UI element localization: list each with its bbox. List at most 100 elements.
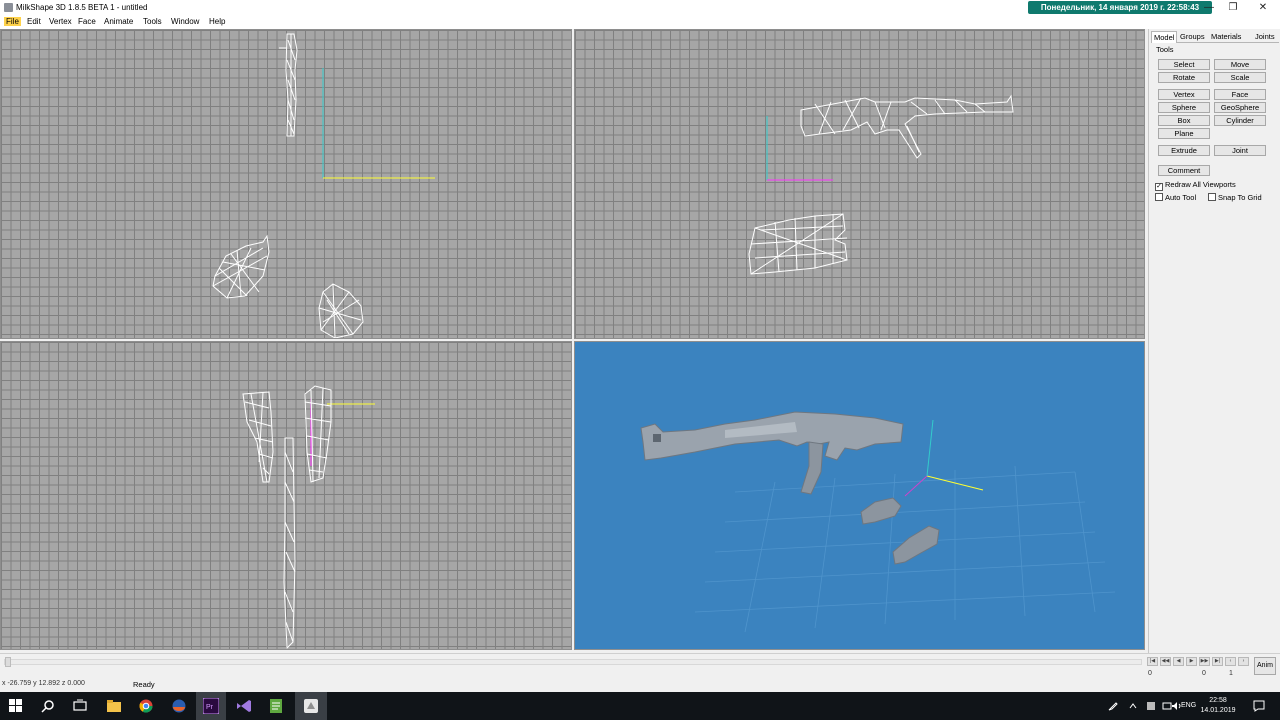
plane-button[interactable]: Plane — [1158, 128, 1210, 139]
snap-to-grid-checkbox[interactable]: Snap To Grid — [1208, 193, 1262, 203]
joint-button[interactable]: Joint — [1214, 145, 1266, 156]
app-icon — [4, 3, 13, 12]
hand-model-3d-2 — [892, 525, 940, 565]
weapon-wireframe-front — [279, 33, 298, 137]
viewport-3d-scene — [640, 411, 1116, 633]
arm-wireframe-top-left — [242, 391, 274, 483]
extrude-button[interactable]: Extrude — [1158, 145, 1210, 156]
hands-wireframe-side — [748, 213, 848, 275]
viewport-side[interactable] — [574, 29, 1145, 339]
weapon-model-3d — [640, 411, 904, 495]
comment-button[interactable]: Comment — [1158, 165, 1210, 176]
tray-chevron-icon[interactable] — [1128, 701, 1138, 713]
box-button[interactable]: Box — [1158, 115, 1210, 126]
last-frame-button[interactable]: ▶| — [1212, 657, 1223, 666]
auto-tool-box — [1155, 193, 1163, 201]
file-explorer-icon[interactable] — [106, 698, 122, 714]
milkshape-window: MilkShape 3D 1.8.5 BETA 1 - untitled Пон… — [0, 0, 1280, 720]
timeline-current-frame: 0 — [1202, 670, 1206, 677]
clock-badge: Понедельник, 14 января 2019 г. 22:58:43 — [1028, 1, 1212, 14]
status-text: Ready — [133, 680, 155, 689]
prev-key-button[interactable]: ‹ — [1225, 657, 1236, 666]
fast-forward-button[interactable]: ▶▶ — [1199, 657, 1210, 666]
svg-text:Pr: Pr — [206, 704, 214, 711]
play-button[interactable]: ▶ — [1186, 657, 1197, 666]
status-bar: x -26.759 y 12.892 z 0.000 Ready — [0, 677, 1280, 692]
task-view-icon[interactable] — [72, 698, 88, 714]
viewport-top-scene — [242, 385, 375, 649]
animation-timeline: 0 0 1 |◀ ◀◀ ◀ ▶ ▶▶ ▶| ‹ › Anim — [0, 653, 1280, 677]
menu-bar: File Edit Vertex Face Animate Tools Wind… — [0, 15, 1280, 43]
viewport-front[interactable] — [0, 29, 572, 339]
pen-icon[interactable] — [1108, 701, 1118, 713]
menu-face[interactable]: Face — [78, 17, 96, 26]
taskbar-time: 22:58 — [1209, 697, 1227, 704]
menu-tools[interactable]: Tools — [143, 17, 162, 26]
geosphere-button[interactable]: GeoSphere — [1214, 102, 1266, 113]
restore-button[interactable]: ❐ — [1220, 0, 1246, 15]
hand-model-3d-1 — [860, 497, 902, 525]
tab-model[interactable]: Model — [1151, 31, 1178, 43]
chrome-icon[interactable] — [138, 698, 154, 714]
tab-joints[interactable]: Joints — [1255, 31, 1275, 43]
tray-app-icon[interactable] — [1146, 701, 1156, 713]
notepad-icon[interactable] — [268, 698, 284, 714]
close-button[interactable]: ✕ — [1250, 0, 1276, 15]
menu-window[interactable]: Window — [171, 17, 199, 26]
auto-tool-checkbox[interactable]: Auto Tool — [1155, 193, 1196, 203]
premiere-icon[interactable]: Pr — [202, 697, 220, 715]
language-indicator[interactable]: ENG — [1181, 702, 1196, 709]
hand-wireframe-right — [318, 283, 364, 338]
face-button[interactable]: Face — [1214, 89, 1266, 100]
redraw-all-viewports-checkbox[interactable]: ✓ Redraw All Viewports — [1155, 180, 1236, 191]
timeline-slider-thumb[interactable] — [5, 657, 11, 667]
menu-animate[interactable]: Animate — [104, 17, 133, 26]
windows-start-icon[interactable] — [8, 698, 24, 714]
auto-tool-label: Auto Tool — [1165, 193, 1197, 202]
timeline-track[interactable] — [4, 659, 1142, 665]
viewport-top[interactable] — [0, 341, 572, 650]
panel-tabs: Model Groups Materials Joints — [1151, 31, 1279, 43]
browser-icon[interactable] — [171, 698, 187, 714]
sphere-button[interactable]: Sphere — [1158, 102, 1210, 113]
milkshape-icon[interactable] — [303, 698, 319, 714]
title-bar: MilkShape 3D 1.8.5 BETA 1 - untitled Пон… — [0, 0, 1280, 15]
viewport-3d[interactable] — [574, 341, 1145, 650]
cursor-coordinates: x -26.759 y 12.892 z 0.000 — [2, 680, 85, 687]
first-frame-button[interactable]: |◀ — [1147, 657, 1158, 666]
tab-materials[interactable]: Materials — [1211, 31, 1241, 43]
snap-grid-box — [1208, 193, 1216, 201]
search-icon[interactable] — [40, 698, 56, 714]
timeline-start-frame: 0 — [1148, 670, 1152, 677]
taskbar-clock[interactable]: 22:58 14.01.2019 — [1198, 696, 1238, 716]
notification-icon[interactable] — [1253, 700, 1265, 714]
weapon-wireframe-side — [800, 94, 1014, 159]
viewport-side-scene — [748, 94, 1014, 275]
redraw-check-mark: ✓ — [1155, 183, 1163, 191]
menu-vertex[interactable]: Vertex — [49, 17, 72, 26]
rotate-button[interactable]: Rotate — [1158, 72, 1210, 83]
menu-edit[interactable]: Edit — [27, 17, 41, 26]
hand-wireframe-left — [212, 234, 270, 299]
minimize-button[interactable]: — — [1196, 0, 1222, 15]
anim-button[interactable]: Anim — [1254, 657, 1276, 675]
cylinder-button[interactable]: Cylinder — [1214, 115, 1266, 126]
vertex-button[interactable]: Vertex — [1158, 89, 1210, 100]
window-title: MilkShape 3D 1.8.5 BETA 1 - untitled — [16, 3, 148, 12]
select-button[interactable]: Select — [1158, 59, 1210, 70]
visual-studio-icon[interactable] — [236, 698, 252, 714]
snap-grid-label: Snap To Grid — [1218, 193, 1262, 202]
step-back-button[interactable]: ◀ — [1173, 657, 1184, 666]
arm-wireframe-top-right — [304, 385, 332, 483]
move-button[interactable]: Move — [1214, 59, 1266, 70]
scale-button[interactable]: Scale — [1214, 72, 1266, 83]
viewport-front-scene — [212, 33, 435, 338]
tab-groups[interactable]: Groups — [1180, 31, 1205, 43]
timeline-end-frame: 1 — [1229, 670, 1233, 677]
menu-file[interactable]: File — [4, 17, 21, 26]
next-key-button[interactable]: › — [1238, 657, 1249, 666]
taskbar-date: 14.01.2019 — [1200, 707, 1236, 714]
fast-back-button[interactable]: ◀◀ — [1160, 657, 1171, 666]
menu-help[interactable]: Help — [209, 17, 225, 26]
windows-taskbar: Pr ENG 22:58 14.01.2019 — [0, 692, 1280, 720]
